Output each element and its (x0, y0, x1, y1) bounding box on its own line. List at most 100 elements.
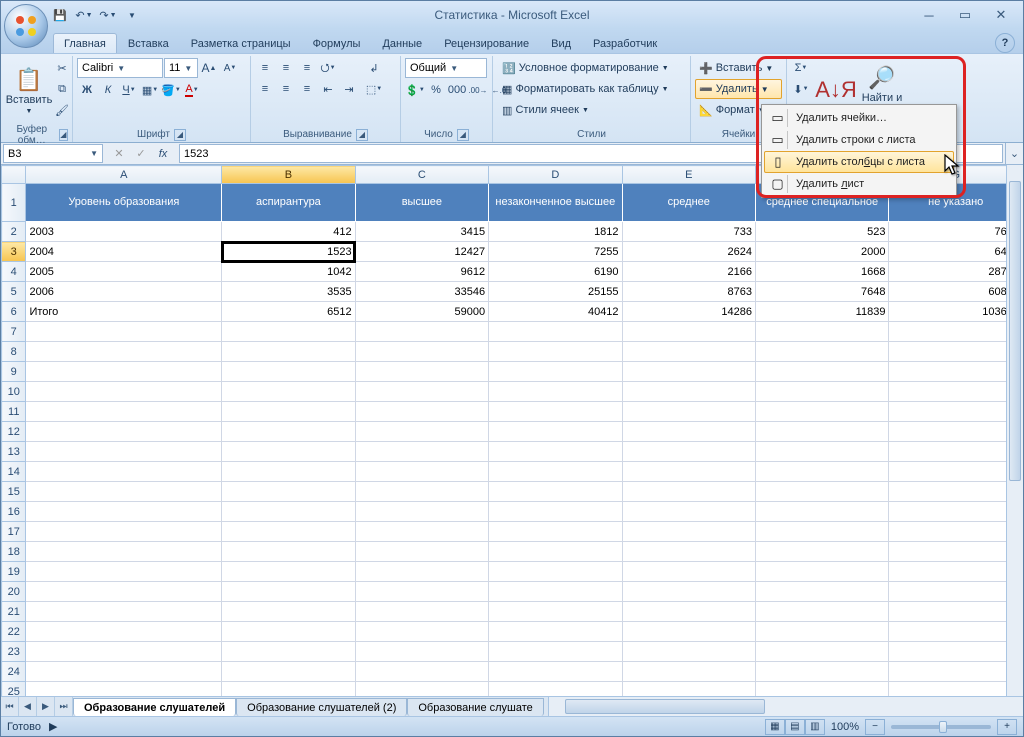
macro-record-icon[interactable]: ▶ (49, 720, 57, 733)
cell[interactable] (489, 502, 622, 522)
cell[interactable]: 14286 (622, 302, 755, 322)
tab-insert[interactable]: Вставка (117, 33, 180, 53)
row-header[interactable]: 8 (2, 342, 26, 362)
cell[interactable] (489, 442, 622, 462)
row-header[interactable]: 22 (2, 622, 26, 642)
alignment-launcher[interactable]: ◢ (356, 129, 368, 141)
cell[interactable] (889, 482, 1023, 502)
cell[interactable] (355, 442, 488, 462)
cell[interactable] (889, 382, 1023, 402)
cell[interactable]: 6449 (889, 242, 1023, 262)
tab-page-layout[interactable]: Разметка страницы (180, 33, 302, 53)
cell[interactable] (622, 602, 755, 622)
cell[interactable]: 40412 (489, 302, 622, 322)
view-layout-button[interactable]: ▤ (785, 719, 805, 735)
cell[interactable] (489, 402, 622, 422)
cells-insert-button[interactable]: ➕Вставить▼ (695, 58, 782, 78)
office-button[interactable] (4, 4, 48, 48)
cell[interactable]: 1668 (756, 262, 889, 282)
copy-button[interactable]: ⧉ (52, 79, 72, 99)
tab-formulas[interactable]: Формулы (302, 33, 372, 53)
cell[interactable]: 103681 (889, 302, 1023, 322)
cell[interactable]: 6190 (489, 262, 622, 282)
cell[interactable] (756, 662, 889, 682)
cell[interactable] (355, 482, 488, 502)
wrap-text-button[interactable]: ↲ (362, 58, 386, 78)
cell[interactable] (622, 322, 755, 342)
view-normal-button[interactable]: ▦ (765, 719, 785, 735)
cell[interactable] (489, 462, 622, 482)
cell[interactable] (26, 522, 222, 542)
cell[interactable] (355, 322, 488, 342)
cell[interactable]: 2005 (26, 262, 222, 282)
cut-button[interactable]: ✂ (52, 58, 72, 78)
cell[interactable] (622, 422, 755, 442)
cell[interactable] (622, 622, 755, 642)
cell[interactable] (756, 462, 889, 482)
align-middle-button[interactable]: ≡ (276, 58, 296, 78)
cell[interactable] (489, 562, 622, 582)
sheet-tab[interactable]: Образование слушате (407, 698, 543, 716)
cell[interactable]: 1812 (489, 222, 622, 242)
percent-button[interactable]: % (426, 80, 446, 100)
sheet-nav-first[interactable]: ⏮ (1, 697, 19, 716)
cell[interactable]: 8763 (622, 282, 755, 302)
cell[interactable] (489, 422, 622, 442)
cell[interactable] (622, 502, 755, 522)
cell[interactable] (355, 642, 488, 662)
cell[interactable] (889, 402, 1023, 422)
cell[interactable] (489, 342, 622, 362)
name-box[interactable]: B3▼ (3, 144, 103, 163)
row-header[interactable]: 4 (2, 262, 26, 282)
underline-button[interactable]: Ч▼ (119, 80, 139, 100)
cell[interactable]: 33546 (355, 282, 488, 302)
cell[interactable] (222, 442, 355, 462)
column-header[interactable]: B (222, 166, 355, 184)
cell[interactable]: 59000 (355, 302, 488, 322)
row-header[interactable]: 11 (2, 402, 26, 422)
cell[interactable] (222, 562, 355, 582)
merge-button[interactable]: ⬚▼ (362, 79, 386, 99)
row-header[interactable]: 1 (2, 184, 26, 222)
cell[interactable] (26, 682, 222, 697)
autosum-button[interactable]: Σ▼ (791, 58, 811, 78)
cell[interactable] (889, 442, 1023, 462)
cell[interactable] (889, 462, 1023, 482)
cell[interactable]: 3415 (355, 222, 488, 242)
cell[interactable] (26, 342, 222, 362)
cell[interactable] (756, 602, 889, 622)
cell[interactable] (222, 582, 355, 602)
vertical-scrollbar[interactable] (1006, 165, 1023, 696)
cell[interactable] (26, 562, 222, 582)
row-header[interactable]: 20 (2, 582, 26, 602)
cell[interactable] (756, 342, 889, 362)
clipboard-launcher[interactable]: ◢ (59, 129, 68, 141)
row-header[interactable]: 6 (2, 302, 26, 322)
row-header[interactable]: 18 (2, 542, 26, 562)
italic-button[interactable]: К (98, 80, 118, 100)
row-header[interactable]: 14 (2, 462, 26, 482)
zoom-slider[interactable] (891, 725, 991, 729)
grow-font-button[interactable]: A▲ (199, 58, 219, 78)
align-center-button[interactable]: ≡ (276, 79, 296, 99)
decrease-indent-button[interactable]: ⇤ (318, 79, 338, 99)
cell[interactable]: 2624 (622, 242, 755, 262)
cell[interactable] (26, 402, 222, 422)
row-header[interactable]: 5 (2, 282, 26, 302)
cell[interactable] (355, 622, 488, 642)
format-as-table-button[interactable]: ▦ Форматировать как таблицу ▼ (497, 79, 686, 99)
cell[interactable] (489, 542, 622, 562)
cell[interactable] (889, 522, 1023, 542)
cell[interactable] (756, 442, 889, 462)
cell[interactable]: 2003 (26, 222, 222, 242)
font-color-button[interactable]: А▼ (182, 80, 202, 100)
table-header-cell[interactable]: незаконченное высшее (489, 184, 622, 222)
cell[interactable]: 7648 (756, 282, 889, 302)
minimize-button[interactable]: ─ (915, 6, 943, 24)
cell[interactable] (889, 322, 1023, 342)
cell[interactable] (355, 422, 488, 442)
zoom-in-button[interactable]: + (997, 719, 1017, 735)
cell[interactable] (489, 622, 622, 642)
column-header[interactable]: C (355, 166, 488, 184)
cell[interactable] (26, 362, 222, 382)
